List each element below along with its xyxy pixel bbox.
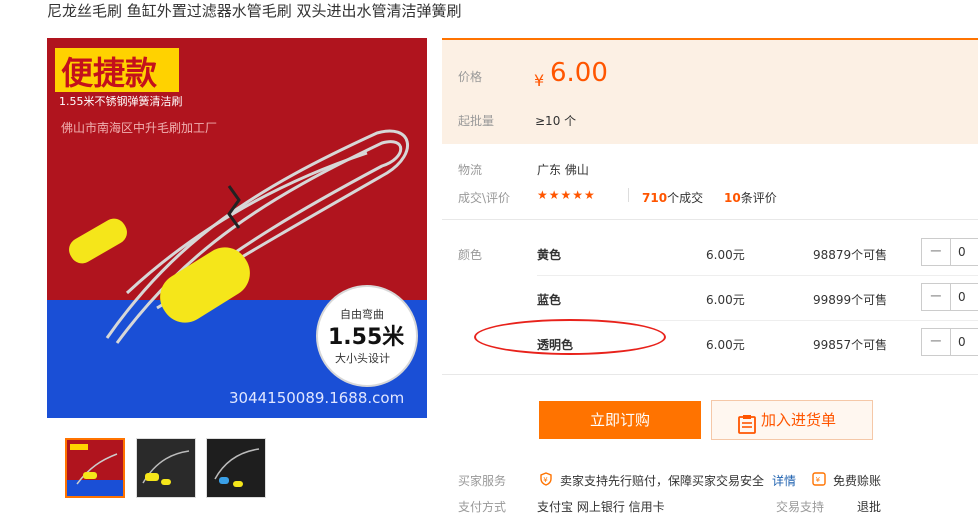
trade-support-value: 退批 bbox=[857, 500, 882, 514]
trade-support-label: 交易支持 bbox=[776, 500, 825, 514]
image-url-watermark: 3044150089.1688.com bbox=[229, 389, 404, 407]
variant-stock: 99857个可售 bbox=[813, 338, 888, 352]
decrement-button[interactable]: − bbox=[922, 284, 951, 310]
variant-price: 6.00元 bbox=[706, 293, 745, 307]
variant-name: 蓝色 bbox=[537, 293, 562, 307]
thumbnail-1[interactable] bbox=[65, 438, 125, 498]
image-subline: 1.55米不锈钢弹簧清洁刷 bbox=[59, 94, 183, 108]
image-headline: 便捷款 bbox=[61, 54, 157, 92]
reviews-divider bbox=[628, 188, 629, 202]
variant-price: 6.00元 bbox=[706, 338, 745, 352]
buyer-service-label: 买家服务 bbox=[458, 474, 507, 488]
variant-name: 黄色 bbox=[537, 248, 562, 262]
currency-symbol: ¥ bbox=[534, 71, 545, 90]
clipboard-icon bbox=[738, 410, 756, 448]
quantity-input[interactable]: 0 bbox=[958, 329, 966, 355]
deals-count: 710 bbox=[642, 191, 668, 205]
reviews-count: 10 bbox=[724, 191, 741, 205]
price-value: 6.00 bbox=[550, 58, 608, 88]
thumbnail-3[interactable] bbox=[206, 438, 266, 498]
price-panel: 价格 ¥ 6.00 起批量 ≥10 个 bbox=[442, 38, 978, 144]
image-factory-watermark: 佛山市南海区中升毛刷加工厂 bbox=[61, 120, 217, 135]
rating-stars: ★★★★★ bbox=[537, 188, 596, 202]
free-credit-text: 免费赊账 bbox=[833, 474, 882, 488]
reviews-label: 成交\评价 bbox=[458, 191, 511, 205]
image-badge-bottom: 大小头设计 bbox=[335, 351, 390, 365]
thumbnail-2[interactable] bbox=[136, 438, 196, 498]
details-link[interactable]: 详情 bbox=[772, 472, 796, 489]
logistics-location: 广东 佛山 bbox=[537, 163, 589, 177]
image-badge-size: 1.55米 bbox=[328, 325, 405, 350]
section-divider bbox=[442, 219, 978, 220]
decrement-button[interactable]: − bbox=[922, 239, 951, 265]
section-divider bbox=[442, 374, 978, 375]
payment-label: 支付方式 bbox=[458, 500, 507, 514]
variant-stock: 99899个可售 bbox=[813, 293, 888, 307]
quantity-input[interactable]: 0 bbox=[958, 239, 966, 265]
shield-icon: ¥ bbox=[539, 471, 553, 486]
row-divider bbox=[537, 275, 978, 276]
quantity-input[interactable]: 0 bbox=[958, 284, 966, 310]
order-now-button[interactable]: 立即订购 bbox=[539, 401, 701, 439]
variant-price: 6.00元 bbox=[706, 248, 745, 262]
reviews-count-link[interactable]: 10条评价 bbox=[724, 189, 777, 206]
free-credit-icon: ¥ bbox=[812, 471, 826, 486]
moq-value: ≥10 个 bbox=[535, 114, 577, 128]
svg-text:¥: ¥ bbox=[543, 476, 548, 484]
payment-methods: 支付宝 网上银行 信用卡 bbox=[537, 500, 665, 514]
reviews-suffix: 条评价 bbox=[740, 191, 777, 205]
deals-suffix: 个成交 bbox=[667, 191, 704, 205]
moq-label: 起批量 bbox=[458, 114, 495, 128]
add-to-cart-label: 加入进货单 bbox=[761, 411, 837, 429]
decrement-button[interactable]: − bbox=[922, 329, 951, 355]
svg-text:¥: ¥ bbox=[816, 476, 821, 484]
image-badge-top: 自由弯曲 bbox=[340, 307, 384, 321]
annotation-ellipse bbox=[474, 319, 666, 355]
variant-stock: 98879个可售 bbox=[813, 248, 888, 262]
color-label: 颜色 bbox=[458, 248, 483, 262]
product-main-image[interactable]: 便捷款 1.55米不锈钢弹簧清洁刷 佛山市南海区中升毛刷加工厂 自由弯曲 1.5… bbox=[47, 38, 427, 418]
logistics-label: 物流 bbox=[458, 163, 483, 177]
price-label: 价格 bbox=[458, 70, 483, 84]
add-to-cart-button[interactable]: 加入进货单 bbox=[711, 400, 873, 440]
buyer-service-text: 卖家支持先行赔付，保障买家交易安全 bbox=[560, 474, 765, 488]
quantity-stepper: − 0 bbox=[921, 328, 978, 356]
quantity-stepper: − 0 bbox=[921, 238, 978, 266]
quantity-stepper: − 0 bbox=[921, 283, 978, 311]
product-title: 尼龙丝毛刷 鱼缸外置过滤器水管毛刷 双头进出水管清洁弹簧刷 bbox=[47, 2, 462, 20]
deals-count-link[interactable]: 710个成交 bbox=[642, 189, 703, 206]
